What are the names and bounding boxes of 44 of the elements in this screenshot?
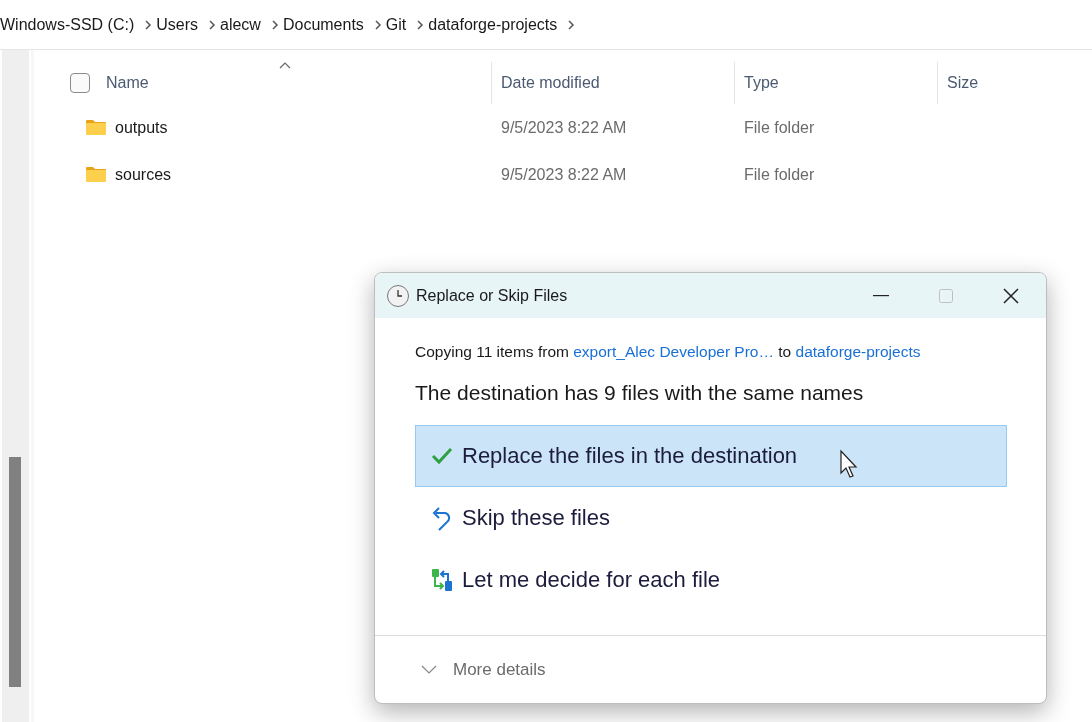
file-name: outputs: [115, 117, 168, 138]
folder-icon: [85, 166, 107, 183]
breadcrumb-item[interactable]: Documents: [282, 12, 370, 37]
select-all-checkbox[interactable]: [70, 73, 90, 93]
minimize-icon: [873, 294, 889, 297]
dialog-heading: The destination has 9 files with the same names: [415, 380, 865, 407]
breadcrumb-item[interactable]: alecw: [220, 12, 267, 37]
dialog-title: Replace or Skip Files: [416, 285, 568, 306]
file-row[interactable]: outputs 9/5/2023 8:22 AM File folder: [70, 104, 1092, 151]
file-row[interactable]: sources 9/5/2023 8:22 AM File folder: [70, 151, 1092, 198]
compare-files-icon: [430, 566, 454, 593]
breadcrumb-item[interactable]: Users: [156, 12, 204, 37]
column-header[interactable]: Type: [744, 62, 937, 104]
copy-summary: Copying 11 items from export_Alec Developer Pro… to dataforge-projects: [415, 342, 922, 362]
scrollbar-thumb[interactable]: [9, 457, 21, 687]
option-button[interactable]: Replace the files in the destination: [415, 424, 1007, 487]
column-header[interactable]: Name: [106, 62, 491, 104]
checkmark-icon: [430, 445, 454, 466]
file-type: File folder: [743, 117, 816, 138]
breadcrumb-item[interactable]: Windows-SSD (C:): [0, 12, 141, 37]
folder-icon: [85, 119, 107, 136]
breadcrumb-item[interactable]: dataforge-projects: [428, 12, 564, 37]
chevron-down-icon: [421, 665, 437, 674]
file-type: File folder: [743, 164, 816, 185]
column-header[interactable]: Date modified: [501, 62, 734, 104]
column-header[interactable]: Size: [947, 62, 1072, 104]
more-details-toggle[interactable]: More details: [421, 656, 546, 683]
file-name: sources: [115, 164, 172, 185]
chevron-right-icon: [208, 18, 216, 31]
chevron-right-icon: [270, 18, 279, 31]
chevron-right-icon: [144, 18, 153, 31]
close-icon: [1003, 287, 1019, 304]
breadcrumb-item[interactable]: Git: [385, 12, 413, 37]
chevron-right-icon: [416, 18, 425, 31]
destination-folder-link[interactable]: dataforge-projects: [795, 343, 921, 360]
chevron-right-icon: [567, 18, 576, 31]
date-modified: 9/5/2023 8:22 AM: [500, 164, 628, 185]
chevron-right-icon: [373, 18, 382, 31]
mouse-pointer-icon: [839, 449, 859, 479]
source-folder-link[interactable]: export_Alec Developer Pro…: [573, 343, 774, 360]
date-modified: 9/5/2023 8:22 AM: [500, 117, 628, 138]
sort-ascending-icon: [279, 62, 292, 69]
maximize-icon: [939, 288, 953, 303]
clock-icon: [386, 283, 410, 308]
